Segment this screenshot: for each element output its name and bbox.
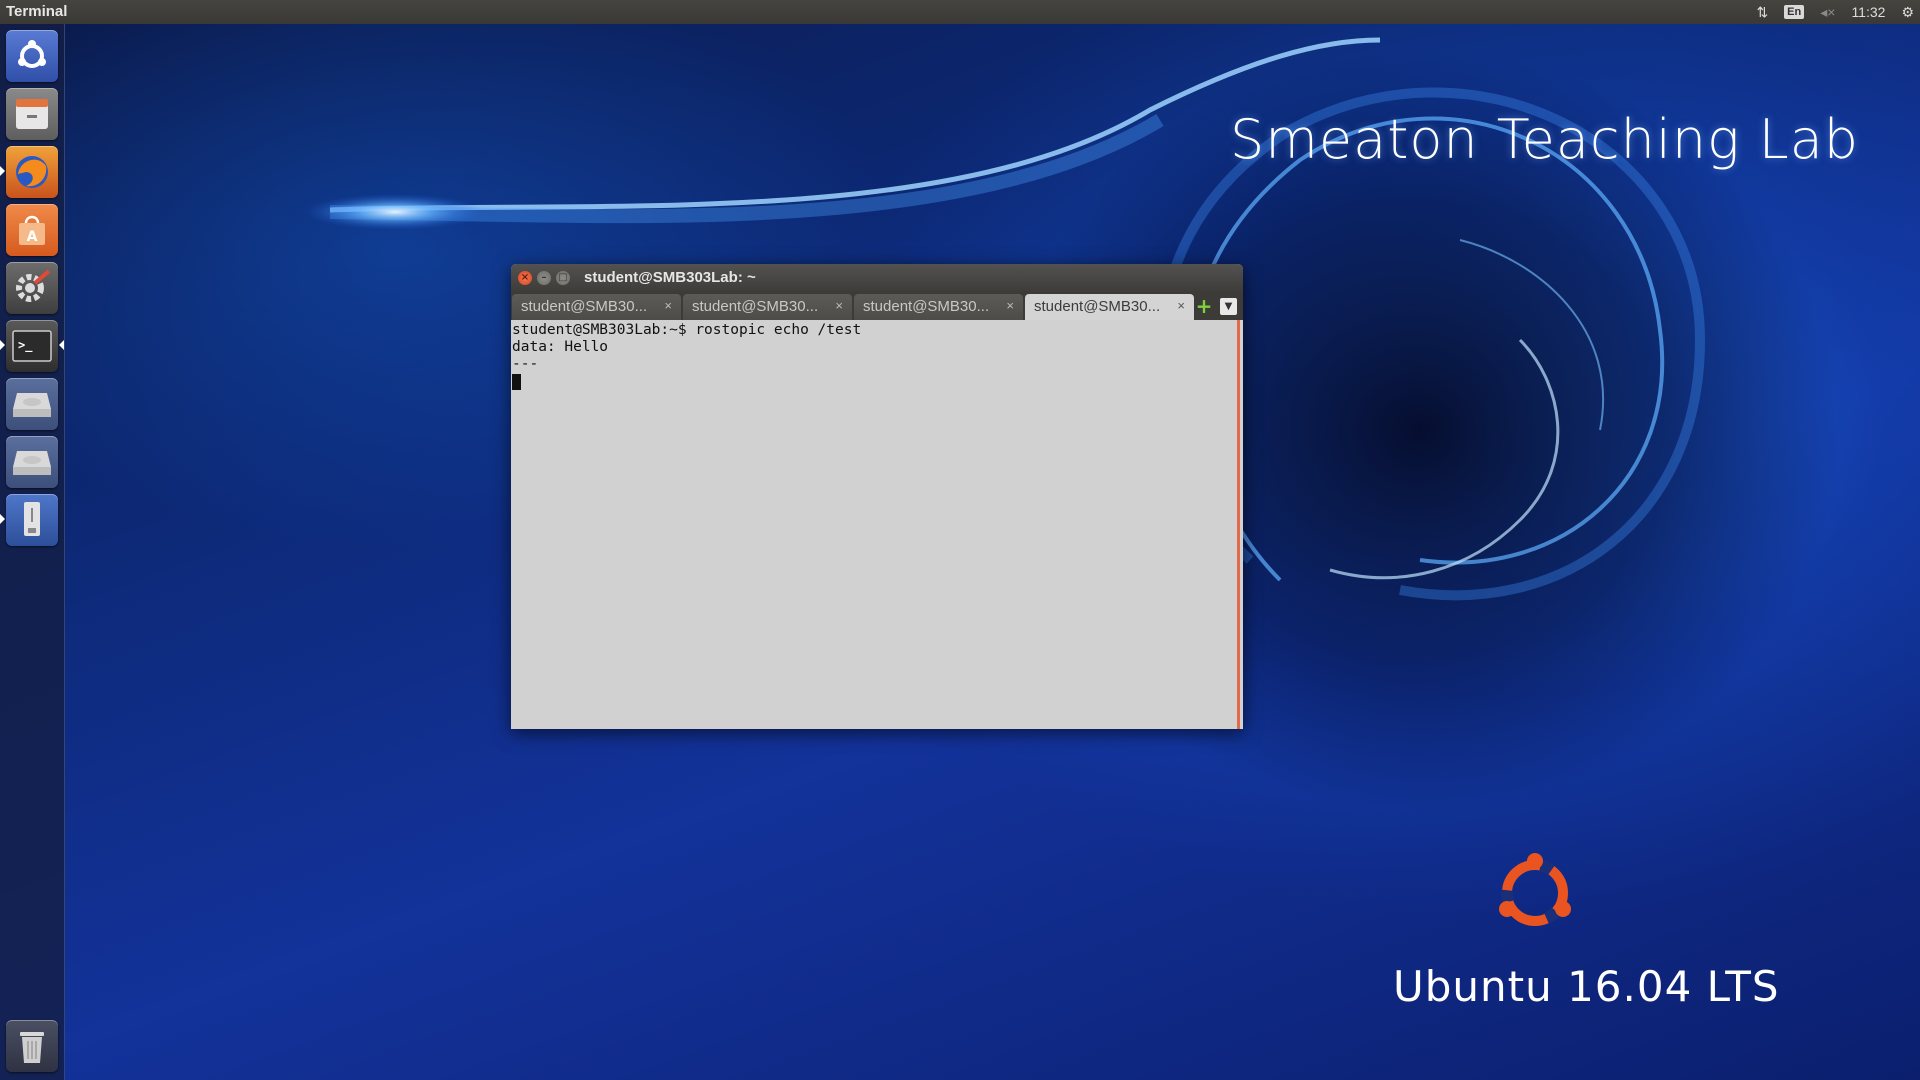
terminal-tab-3[interactable]: student@SMB30... × [854, 294, 1023, 320]
terminal-icon: >_ [12, 330, 52, 362]
tab-close-icon[interactable]: × [835, 298, 843, 313]
terminal-prompt-line [512, 373, 1237, 390]
maximize-window-button[interactable]: □ [556, 271, 570, 285]
launcher-software-center[interactable]: A [6, 204, 58, 256]
top-panel: Terminal ⇅ En ◂× 11:32 ⚙ [0, 0, 1920, 24]
focused-indicator [59, 340, 64, 350]
wallpaper-lab-title: Smeaton Teaching Lab [1230, 108, 1860, 171]
svg-text:>_: >_ [18, 338, 33, 353]
terminal-tab-1[interactable]: student@SMB30... × [512, 294, 681, 320]
launcher-system-settings[interactable] [6, 262, 58, 314]
launcher-dash-home[interactable] [6, 30, 58, 82]
tab-label: student@SMB30... [521, 298, 648, 315]
text-cursor [512, 374, 521, 390]
volume-muted-icon[interactable]: ◂× [1820, 4, 1835, 21]
launcher-files[interactable] [6, 88, 58, 140]
indicator-area: ⇅ En ◂× 11:32 ⚙ [1756, 0, 1914, 24]
launcher-firefox[interactable] [0, 146, 58, 198]
new-tab-plus-icon[interactable]: + [1195, 296, 1213, 316]
tab-close-icon[interactable]: × [664, 298, 672, 313]
usb-drive-icon [24, 502, 40, 536]
svg-text:A: A [27, 229, 38, 245]
launcher-terminal[interactable]: >_ [0, 320, 64, 372]
network-icon[interactable]: ⇅ [1756, 4, 1768, 21]
hard-drive-icon [13, 393, 51, 417]
tab-label: student@SMB30... [692, 298, 819, 315]
keyboard-layout-indicator[interactable]: En [1784, 5, 1805, 19]
shopping-bag-icon: A [19, 215, 45, 245]
ubuntu-dash-icon [18, 40, 46, 68]
hard-drive-icon [13, 451, 51, 475]
close-window-button[interactable]: × [518, 271, 532, 285]
terminal-window: × – □ student@SMB303Lab: ~ student@SMB30… [511, 264, 1243, 729]
window-title: student@SMB303Lab: ~ [584, 269, 756, 286]
launcher-trash[interactable] [6, 1020, 58, 1072]
launcher: A >_ [0, 24, 65, 1080]
running-indicator [0, 340, 5, 350]
settings-tools-icon [16, 269, 51, 302]
trash-icon [20, 1032, 44, 1063]
firefox-icon [16, 156, 48, 188]
tab-list-dropdown-icon[interactable]: ▼ [1220, 298, 1237, 315]
launcher-disk-2[interactable] [6, 436, 58, 488]
launcher-disk-1[interactable] [6, 378, 58, 430]
tab-close-icon[interactable]: × [1006, 298, 1014, 313]
window-titlebar[interactable]: × – □ student@SMB303Lab: ~ [511, 264, 1243, 292]
launcher-usb[interactable] [0, 494, 58, 546]
terminal-output-area[interactable]: student@SMB303Lab:~$ rostopic echo /test… [511, 320, 1240, 729]
terminal-line: data: Hello [512, 339, 609, 355]
running-indicator [0, 166, 5, 176]
ubuntu-logo-icon [1499, 853, 1571, 927]
active-app-title: Terminal [6, 3, 68, 20]
minimize-window-button[interactable]: – [537, 271, 551, 285]
terminal-line: student@SMB303Lab:~$ rostopic echo /test [512, 322, 862, 338]
file-cabinet-icon [16, 99, 48, 129]
wallpaper-os-version: Ubuntu 16.04 LTS [1393, 962, 1780, 1011]
terminal-line: --- [512, 356, 539, 372]
tab-label: student@SMB30... [863, 298, 990, 315]
tab-close-icon[interactable]: × [1177, 298, 1185, 313]
tab-label: student@SMB30... [1034, 298, 1161, 315]
settings-gear-icon[interactable]: ⚙ [1901, 4, 1914, 21]
running-indicator [0, 514, 5, 524]
terminal-tab-4-active[interactable]: student@SMB30... × [1025, 294, 1194, 320]
clock[interactable]: 11:32 [1851, 4, 1885, 20]
terminal-tab-bar: student@SMB30... × student@SMB30... × st… [511, 292, 1243, 320]
terminal-tab-2[interactable]: student@SMB30... × [683, 294, 852, 320]
